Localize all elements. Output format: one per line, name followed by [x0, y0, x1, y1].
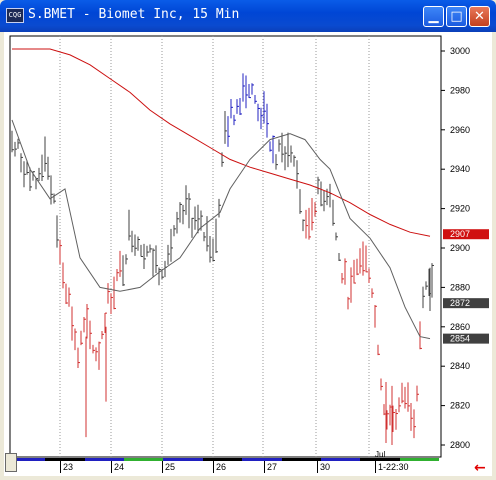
y-tick-label: 2980	[450, 85, 470, 95]
window-title: S.BMET - Biomet Inc, 15 Min	[28, 7, 240, 22]
date-label: 30	[320, 462, 331, 472]
app-icon[interactable]: CQG	[6, 8, 24, 23]
date-tick	[162, 461, 163, 473]
y-tick-label: 2820	[450, 401, 470, 411]
date-label: 23	[63, 462, 74, 472]
session-color-segment	[45, 458, 85, 461]
session-color-segment	[242, 458, 282, 461]
title-bar[interactable]: CQG S.BMET - Biomet Inc, 15 Min ▁ □ ✕	[0, 0, 496, 32]
session-color-segment	[84, 458, 125, 461]
y-tick-label: 2900	[450, 243, 470, 253]
y-tick-label: 2940	[450, 164, 470, 174]
date-bar: 23 24 25 26 27 30 1-22:30	[4, 458, 492, 476]
session-color-segment	[202, 458, 243, 461]
y-tick-label: 2800	[450, 440, 470, 450]
y-tick-label: 2840	[450, 361, 470, 371]
date-tick	[375, 461, 376, 473]
application-window: CQG S.BMET - Biomet Inc, 15 Min ▁ □ ✕ 28…	[0, 0, 496, 480]
y-tick-label: 3000	[450, 46, 470, 56]
date-label: 25	[165, 462, 176, 472]
date-label: 1-22:30	[378, 462, 409, 472]
session-color-segment	[360, 458, 400, 461]
close-icon[interactable]: ✕	[469, 6, 490, 27]
month-label: Jul	[375, 450, 385, 458]
y-tick-label: 2960	[450, 125, 470, 135]
date-tick	[264, 461, 265, 473]
date-label: 24	[114, 462, 125, 472]
chart-svg[interactable]: 2800 2820 2840 2860 2880 2900 2920 2940 2960 2980…	[4, 32, 492, 458]
session-color-segment	[281, 458, 321, 461]
y-tick-label: 2920	[450, 204, 470, 214]
date-tick	[213, 461, 214, 473]
price-chart[interactable]: 2800 2820 2840 2860 2880 2900 2920 2940 2960 2980…	[4, 32, 492, 458]
date-label: 26	[216, 462, 227, 472]
session-color-segment	[320, 458, 361, 461]
scroll-left-arrow-icon[interactable]: ←	[474, 461, 486, 475]
session-color-segment	[124, 458, 164, 461]
scroll-thumb[interactable]	[5, 453, 17, 472]
maximize-icon[interactable]: □	[446, 6, 467, 27]
session-color-segment	[399, 458, 439, 461]
minimize-icon[interactable]: ▁	[423, 6, 444, 27]
price-tag-label: 2872	[450, 298, 470, 308]
price-tag-label: 2907	[450, 229, 470, 239]
date-tick	[60, 461, 61, 473]
price-tag-label: 2854	[450, 334, 470, 344]
plot-frame	[9, 35, 442, 458]
session-color-segment	[163, 458, 203, 461]
date-label: 27	[267, 462, 278, 472]
y-tick-label: 2860	[450, 322, 470, 332]
y-tick-label: 2880	[450, 282, 470, 292]
date-tick	[317, 461, 318, 473]
date-tick	[111, 461, 112, 473]
